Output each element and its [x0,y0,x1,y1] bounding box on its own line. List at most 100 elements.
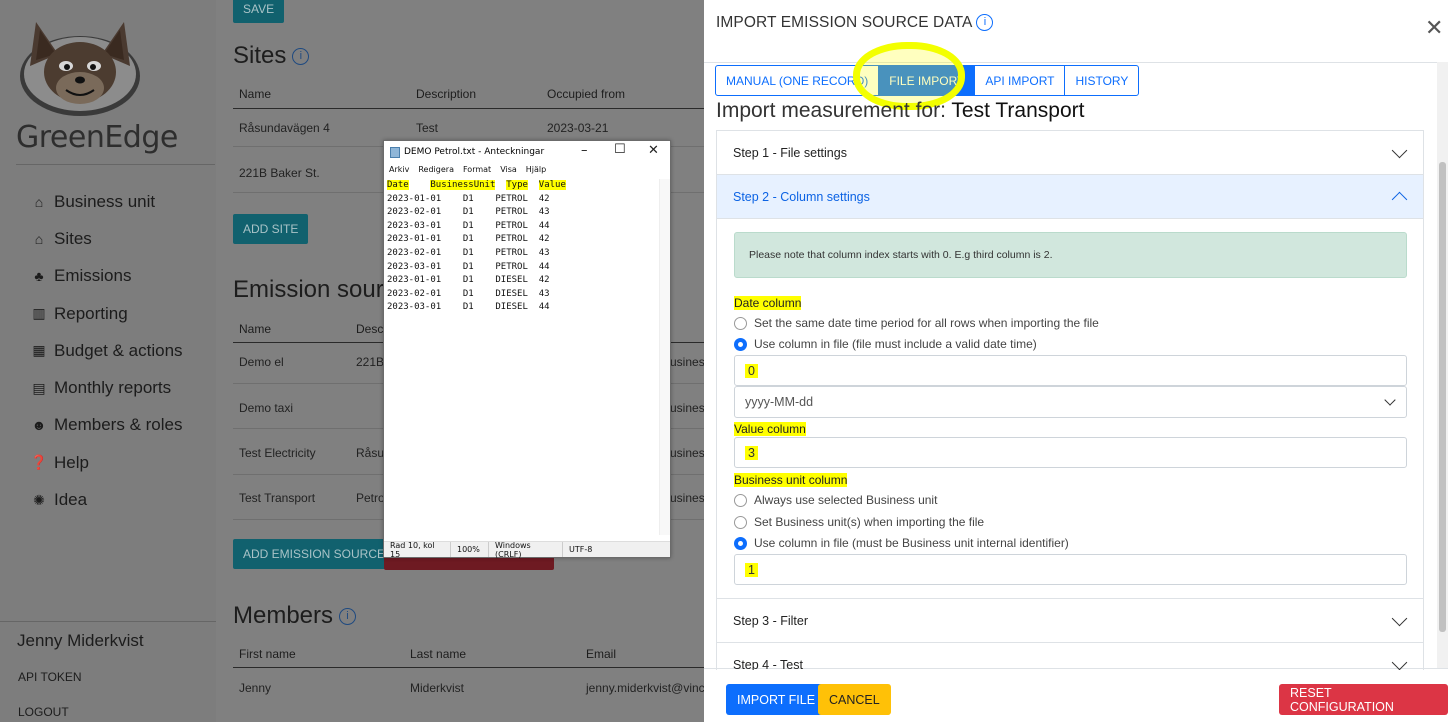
date-column-input[interactable]: 0 [734,355,1407,386]
table-cell: Demo taxi [239,401,294,415]
menu-item-arkiv[interactable]: Arkiv [389,165,409,179]
sidebar-nav: ⌂ Business unit ⌂ Sites ♣ Emissions ▥ Report… [30,183,183,519]
save-button[interactable]: SAVE [233,0,285,23]
import-steps-accordion: Step 1 - File settings Step 2 - Column s… [716,130,1424,670]
date-format-select[interactable]: yyyy-MM-dd [734,386,1407,418]
tab-api-import[interactable]: API IMPORT [974,65,1066,96]
sidebar-item-budget[interactable]: ▦ Budget & actions [30,332,183,369]
add-site-button[interactable]: ADD SITE [233,214,309,244]
file-data-line: 2023-01-01 D1 DIESEL 42 [387,275,550,286]
logout-link[interactable]: LOGOUT [18,705,69,719]
notepad-statusbar: Rad 10, kol 15 100% Windows (CRLF) UTF-8 [384,541,670,559]
import-file-button[interactable]: IMPORT FILE [726,684,827,715]
sidebar-item-monthly-reports[interactable]: ▤ Monthly reports [30,369,183,406]
cancel-button[interactable]: CANCEL [818,684,891,715]
business-unit-column-input[interactable]: 1 [734,554,1407,585]
file-data-line: 2023-01-01 D1 PETROL 42 [387,193,550,204]
status-zoom: 100% [451,542,489,557]
column-header: Description [416,87,477,101]
bu-option-selected[interactable]: Always use selected Business unit [734,493,937,507]
close-icon[interactable]: ✕ [648,143,659,158]
import-heading: Import measurement for: Test Transport [716,99,1085,122]
sidebar-item-label: Budget & actions [54,340,183,360]
panel-footer: IMPORT FILE CANCEL RESET CONFIGURATION [704,668,1448,722]
sidebar-item-sites[interactable]: ⌂ Sites [30,220,183,257]
radio-checked-icon [734,337,747,351]
column-header: Last name [410,647,467,661]
emission-sources-title: Emission sourc [233,276,396,303]
radio-icon [734,316,747,330]
tab-history[interactable]: HISTORY [1064,65,1140,96]
table-cell: 221B [356,355,385,369]
report-icon: ▤ [32,379,46,396]
sidebar-item-label: Monthly reports [54,378,172,398]
sidebar-item-label: Sites [54,228,92,248]
radio-checked-icon [734,536,747,550]
chevron-down-icon [1391,142,1408,159]
info-icon[interactable]: i [292,48,310,66]
radio-icon [734,515,747,529]
sidebar-item-label: Members & roles [54,415,183,435]
scrollbar[interactable] [659,179,670,535]
chevron-down-icon [1391,654,1408,670]
window-title: DEMO Petrol.txt - Anteckningar [404,147,545,157]
scrollbar[interactable] [1437,62,1448,668]
table-cell: Miderkvist [410,681,465,695]
sidebar-item-reporting[interactable]: ▥ Reporting [30,295,183,332]
bu-option-set-on-import[interactable]: Set Business unit(s) when importing the … [734,515,984,529]
table-cell: Råsundavägen 4 [239,121,330,135]
sidebar-item-label: Business unit [54,191,156,211]
column-header: Email [586,647,617,661]
file-data-line: 2023-03-01 D1 DIESEL 44 [387,302,550,313]
sidebar-item-label: Emissions [54,266,132,286]
table-cell: usines [670,401,704,415]
sites-title: Sites i [233,42,310,70]
step-2-header[interactable]: Step 2 - Column settings [717,175,1423,219]
sidebar-item-members[interactable]: ☻ Members & roles [30,407,183,444]
step-4-header[interactable]: Step 4 - Test [717,643,1423,670]
file-data-line: 2023-02-01 D1 DIESEL 43 [387,288,550,299]
chevron-down-icon [1384,394,1396,406]
notepad-text-area[interactable]: Date BusinessUnit Type Value 2023-01-01 D… [385,179,659,535]
info-alert: Please note that column index starts wit… [734,232,1407,278]
menu-item-format[interactable]: Format [463,165,491,179]
table-cell: 221B Baker St. [239,166,320,180]
reset-configuration-button[interactable]: RESET CONFIGURATION [1279,684,1448,715]
date-option-same-period[interactable]: Set the same date time period for all ro… [734,316,1099,330]
close-icon[interactable]: ✕ [1425,17,1443,39]
date-option-use-column[interactable]: Use column in file (file must include a … [734,337,1037,351]
chevron-down-icon [1391,610,1408,627]
step-1-header[interactable]: Step 1 - File settings [717,131,1423,175]
table-cell: Test [416,121,439,135]
info-icon[interactable]: i [976,14,994,32]
table-cell: Test Transport [239,491,316,505]
menu-item-hjalp[interactable]: Hjälp [526,165,546,179]
sidebar-item-help[interactable]: ❓ Help [30,444,183,481]
table-cell: usines [670,446,704,460]
menu-item-redigera[interactable]: Redigera [418,165,454,179]
value-column-input[interactable]: 3 [734,437,1407,468]
sidebar-item-label: Help [54,452,89,472]
bu-option-use-column[interactable]: Use column in file (must be Business uni… [734,536,1069,550]
info-icon[interactable]: i [339,608,357,626]
maximize-icon[interactable]: ☐ [614,142,626,157]
table-cell: Jenny [239,681,272,695]
sidebar-item-business-unit[interactable]: ⌂ Business unit [30,183,183,220]
table-cell: Test Electricity [239,446,316,460]
minimize-icon[interactable]: – [581,143,588,158]
file-data-line: 2023-02-01 D1 PETROL 43 [387,247,550,258]
divider [233,667,704,668]
column-header: Name [239,87,272,101]
sidebar-item-emissions[interactable]: ♣ Emissions [30,258,183,295]
notepad-window[interactable]: DEMO Petrol.txt - Anteckningar – ☐ ✕ Ark… [383,140,671,559]
sidebar-item-idea[interactable]: ✺ Idea [30,481,183,518]
add-emission-source-button[interactable]: ADD EMISSION SOURCE [233,539,396,569]
table-cell: 2023-03-21 [547,121,609,135]
chart-icon: ▥ [32,305,46,322]
step-3-header[interactable]: Step 3 - Filter [717,599,1423,643]
notepad-titlebar[interactable]: DEMO Petrol.txt - Anteckningar [384,141,670,163]
api-token-link[interactable]: API TOKEN [18,670,82,684]
business-unit-column-label: Business unit column [734,473,848,487]
menu-item-visa[interactable]: Visa [500,165,517,179]
column-header: Occupied from [547,87,626,101]
